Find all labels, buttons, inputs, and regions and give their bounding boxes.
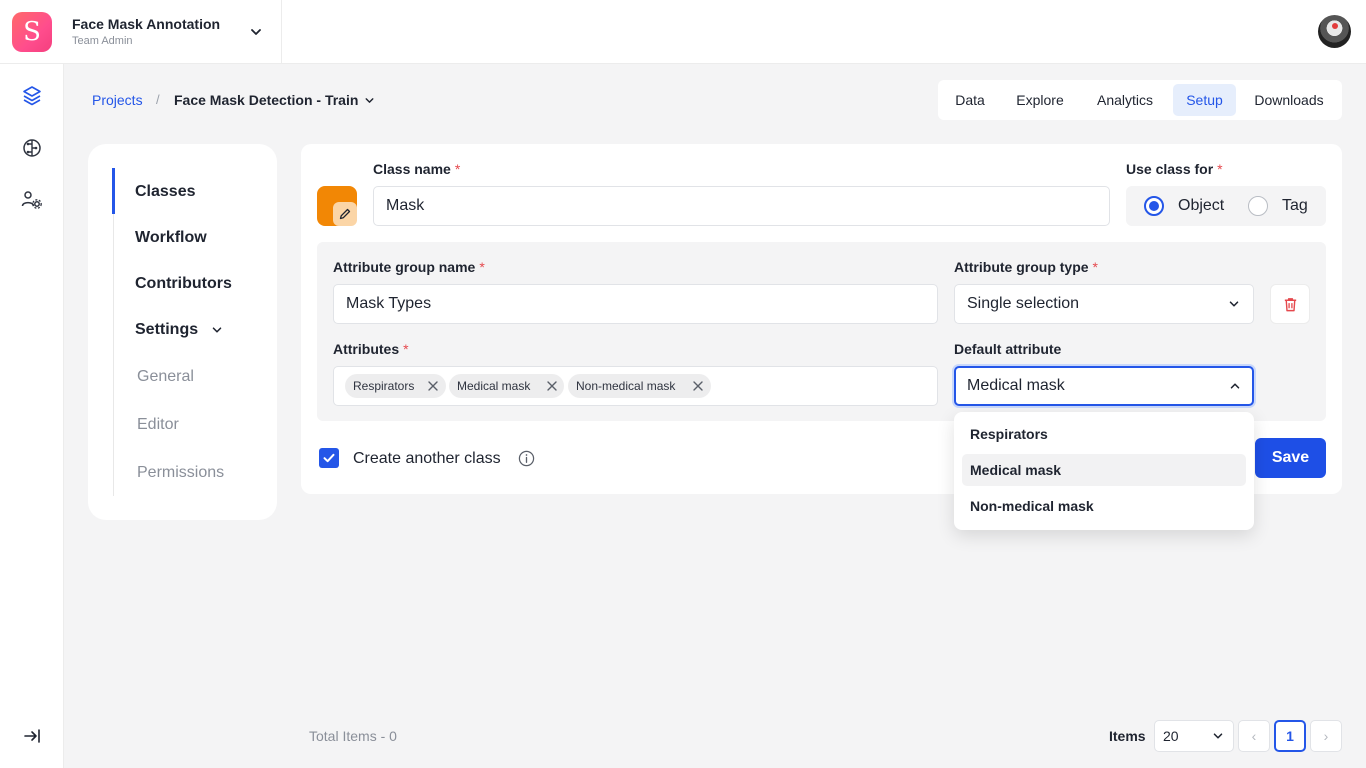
required-mark: * [454,161,461,177]
layers-icon[interactable] [20,84,44,108]
checkmark-icon [323,453,335,463]
default-attribute-value: Medical mask [967,377,1065,394]
side-item-workflow[interactable]: Workflow [135,229,207,247]
team-name: Face Mask Annotation [72,16,221,32]
tab-data[interactable]: Data [944,84,996,116]
close-icon[interactable] [546,380,558,392]
close-icon[interactable] [692,380,704,392]
trash-icon [1284,298,1297,312]
chevron-down-icon[interactable] [210,323,224,337]
app-logo: S [12,12,52,52]
tab-explore[interactable]: Explore [1006,84,1074,116]
items-per-page-value: 20 [1163,728,1179,744]
side-sub-permissions[interactable]: Permissions [137,464,224,482]
class-name-label: Class name * [373,161,461,177]
edit-color-button[interactable] [333,202,357,226]
user-avatar[interactable] [1318,15,1351,48]
chevron-down-icon [1213,733,1223,739]
pencil-icon [339,208,351,220]
default-attribute-dropdown: Respirators Medical mask Non-medical mas… [954,412,1254,530]
attribute-group-name-label: Attribute group name * [333,259,485,275]
attribute-chip: Non-medical mask [568,374,711,398]
items-per-page-label: Items [1109,728,1146,744]
next-page-button[interactable]: › [1310,720,1342,752]
radio-tag[interactable] [1248,196,1268,216]
radio-object[interactable] [1144,196,1164,216]
chevron-down-icon[interactable] [248,24,264,40]
side-menu-track [113,168,114,496]
brain-icon[interactable] [20,136,44,160]
create-another-class-checkbox[interactable] [319,448,339,468]
class-name-input[interactable] [373,186,1110,226]
project-tabs: Data Explore Analytics Setup Downloads [938,80,1342,120]
radio-tag-label[interactable]: Tag [1282,197,1308,215]
required-mark: * [1217,161,1223,177]
required-mark: * [479,259,485,275]
use-class-for-group: Object Tag [1126,186,1326,226]
side-item-settings[interactable]: Settings [135,321,198,339]
breadcrumb-projects-link[interactable]: Projects [92,92,143,108]
tab-setup[interactable]: Setup [1173,84,1236,116]
radio-object-label[interactable]: Object [1178,197,1224,215]
save-button[interactable]: Save [1255,438,1326,478]
tab-analytics[interactable]: Analytics [1084,84,1166,116]
close-icon[interactable] [427,380,439,392]
total-items-count: Total Items - 0 [309,728,397,744]
attribute-chip-label: Respirators [353,379,415,393]
default-attribute-select[interactable]: Medical mask [954,366,1254,406]
default-attribute-label: Default attribute [954,341,1062,357]
required-mark: * [403,341,409,357]
chevron-down-icon[interactable] [363,94,376,107]
team-role: Team Admin [72,35,133,47]
prev-page-button[interactable]: ‹ [1238,720,1270,752]
attribute-chip: Respirators [345,374,446,398]
attributes-input[interactable]: Respirators Medical mask Non-medical mas… [333,366,938,406]
dropdown-option-respirators[interactable]: Respirators [962,418,1246,450]
breadcrumb-current-project[interactable]: Face Mask Detection - Train [174,92,358,108]
chevron-down-icon [1229,301,1239,307]
use-class-for-label: Use class for * [1126,161,1223,177]
attribute-group-type-select[interactable]: Single selection [954,284,1254,324]
setup-side-menu: Classes Workflow Contributors Settings G… [88,144,277,520]
side-sub-general[interactable]: General [137,368,194,386]
create-another-class-label[interactable]: Create another class [353,450,501,468]
dropdown-option-non-medical-mask[interactable]: Non-medical mask [962,490,1246,522]
chevron-up-icon [1230,383,1240,389]
top-bar: S Face Mask Annotation Team Admin [0,0,1366,64]
delete-attribute-group-button[interactable] [1270,284,1310,324]
dropdown-option-medical-mask[interactable]: Medical mask [962,454,1246,486]
items-per-page-select[interactable]: 20 [1154,720,1234,752]
breadcrumb-separator: / [156,92,160,107]
left-rail [0,64,64,768]
page-number-button[interactable]: 1 [1274,720,1306,752]
team-settings-icon[interactable] [20,188,44,212]
attribute-group-name-input[interactable] [333,284,938,324]
attribute-chip-label: Medical mask [457,379,531,393]
info-icon[interactable] [518,450,535,467]
side-item-classes[interactable]: Classes [135,183,196,201]
attribute-chip-label: Non-medical mask [576,379,676,393]
attribute-chip: Medical mask [449,374,564,398]
tab-downloads[interactable]: Downloads [1244,84,1334,116]
side-item-contributors[interactable]: Contributors [135,275,232,293]
attribute-group-type-value: Single selection [967,295,1080,312]
attribute-group-type-label: Attribute group type * [954,259,1098,275]
expand-sidebar-icon[interactable] [20,724,44,748]
required-mark: * [1092,259,1098,275]
side-sub-editor[interactable]: Editor [137,416,179,434]
team-switcher[interactable]: S Face Mask Annotation Team Admin [0,0,282,64]
attributes-label: Attributes * [333,341,409,357]
side-menu-active-indicator [112,168,115,214]
